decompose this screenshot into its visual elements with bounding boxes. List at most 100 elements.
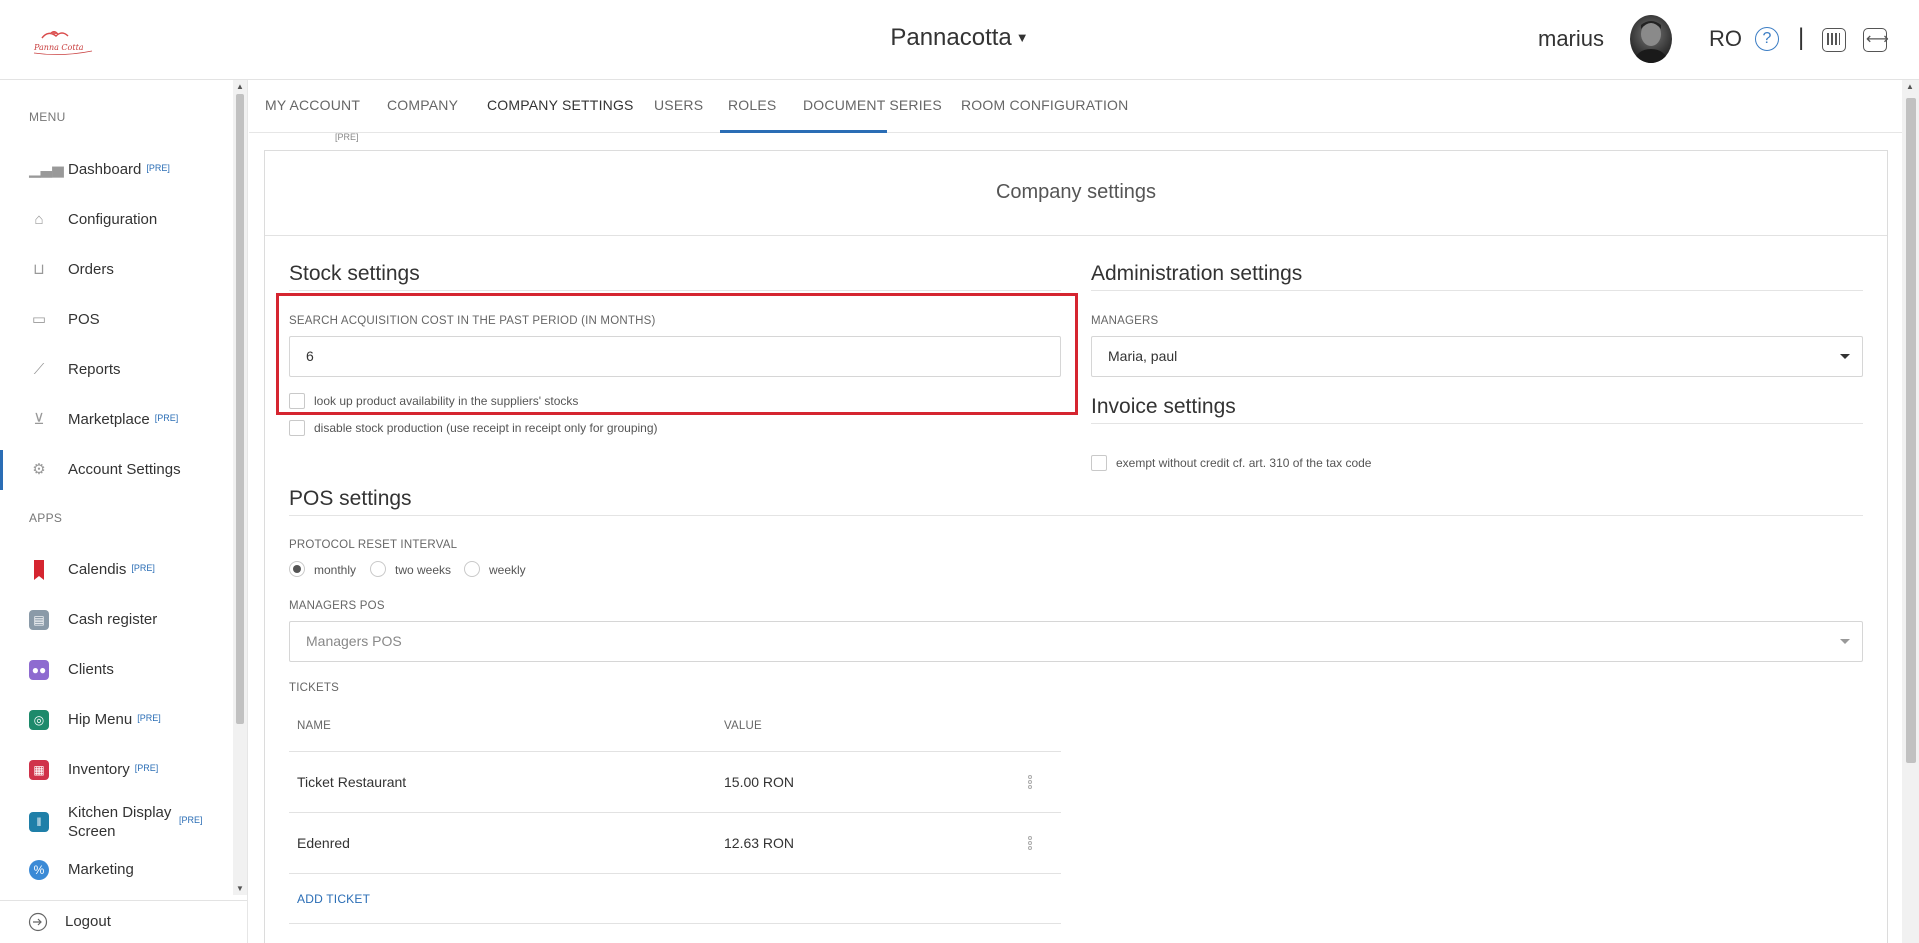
active-tab-indicator xyxy=(720,130,887,133)
sidebar: MENU ▁▃▅ Dashboard [PRE] ⌂ Configuration … xyxy=(0,80,248,943)
tab-company-settings[interactable]: COMPANY SETTINGS xyxy=(487,97,634,113)
scroll-up-icon[interactable]: ▲ xyxy=(1906,82,1914,91)
administration-settings-heading: Administration settings xyxy=(1091,262,1303,285)
sidebar-item-pos[interactable]: ▭ POS xyxy=(0,300,232,340)
tab-my-account[interactable]: MY ACCOUNT xyxy=(265,97,360,113)
tab-users[interactable]: USERS xyxy=(654,97,703,113)
pre-badge: [PRE] xyxy=(137,713,161,723)
managers-pos-label: MANAGERS POS xyxy=(289,600,385,612)
radio-weekly[interactable] xyxy=(464,561,480,577)
kebab-menu-icon[interactable] xyxy=(1028,836,1032,850)
sidebar-item-label: Account Settings xyxy=(68,461,181,478)
disable-stock-production-label: disable stock production (use receipt in… xyxy=(314,421,658,435)
radio-monthly[interactable] xyxy=(289,561,305,577)
sidebar-item-cash-register[interactable]: ▤ Cash register xyxy=(0,600,232,640)
ticket-value: 12.63 RON xyxy=(724,835,795,851)
divider xyxy=(289,873,1061,874)
sidebar-item-orders[interactable]: ⊔ Orders xyxy=(0,250,232,290)
company-name[interactable]: Pannacotta xyxy=(890,24,1011,51)
radio-two-weeks[interactable] xyxy=(370,561,386,577)
main-scrollbar-thumb[interactable] xyxy=(1906,98,1916,763)
question-circle-icon[interactable]: ? xyxy=(1755,27,1779,51)
top-header: Panna Cotta Pannacotta ▼ marius RO ? | xyxy=(0,0,1919,80)
tab-company[interactable]: COMPANY xyxy=(387,97,458,113)
pos-settings-heading: POS settings xyxy=(289,487,412,510)
users-icon: ●● xyxy=(29,660,49,680)
divider xyxy=(289,923,1061,924)
sidebar-item-label: Kitchen Display Screen xyxy=(68,804,172,840)
tab-roles[interactable]: ROLES xyxy=(728,97,776,113)
scroll-down-icon[interactable]: ▼ xyxy=(236,884,244,893)
managers-pos-select[interactable]: Managers POS xyxy=(289,621,1863,662)
bar-chart-icon: ▁▃▅ xyxy=(29,161,64,178)
logout-button[interactable]: Logout xyxy=(0,900,247,943)
managers-select[interactable]: Maria, paul xyxy=(1091,336,1863,377)
language-selector[interactable]: RO xyxy=(1709,26,1742,52)
bookmark-icon xyxy=(34,560,44,580)
monitor-icon: ▭ xyxy=(31,311,47,328)
avatar[interactable] xyxy=(1630,15,1672,63)
cart-icon: ⊻ xyxy=(33,411,45,428)
cutlery-icon: ǁ xyxy=(29,812,49,832)
sidebar-item-inventory[interactable]: ▦ Inventory [PRE] xyxy=(0,750,232,790)
pre-badge: [PRE] xyxy=(134,763,159,773)
sidebar-item-dashboard[interactable]: ▁▃▅ Dashboard [PRE] xyxy=(0,150,232,190)
sidebar-item-marketplace[interactable]: ⊻ Marketplace [PRE] xyxy=(0,400,232,440)
sidebar-scrollbar-thumb[interactable] xyxy=(236,94,244,724)
ticket-name: Edenred xyxy=(297,835,350,851)
sidebar-item-label: Dashboard xyxy=(68,161,142,178)
sidebar-item-label: Clients xyxy=(68,661,114,678)
menu-section-title: MENU xyxy=(29,110,66,124)
sidebar-item-calendis[interactable]: Calendis [PRE] xyxy=(0,550,232,590)
sidebar-item-reports[interactable]: ⟋ Reports xyxy=(0,350,232,390)
managers-pos-placeholder: Managers POS xyxy=(306,633,402,649)
sidebar-item-label: Reports xyxy=(68,361,121,378)
divider xyxy=(1091,423,1863,424)
sidebar-item-label: Marketplace xyxy=(68,411,150,428)
pre-badge: [PRE] xyxy=(335,132,359,142)
fullscreen-toggle-icon[interactable] xyxy=(1863,28,1889,52)
settings-tabs: MY ACCOUNT COMPANY COMPANY SETTINGS USER… xyxy=(249,80,1902,133)
radio-weekly-label: weekly xyxy=(489,563,526,577)
managers-value: Maria, paul xyxy=(1108,348,1178,364)
caret-down-icon[interactable]: ▼ xyxy=(1016,30,1029,45)
tab-document-series[interactable]: DOCUMENT SERIES xyxy=(803,97,942,113)
header-separator: | xyxy=(1798,24,1805,51)
pre-badge: [PRE] xyxy=(146,163,170,173)
gear-icon: ⚙ xyxy=(32,461,46,478)
column-header-value: VALUE xyxy=(724,720,762,732)
divider xyxy=(289,812,1061,813)
company-settings-panel: Company settings xyxy=(264,150,1888,943)
radio-two-weeks-label: two weeks xyxy=(395,563,452,577)
tickets-label: TICKETS xyxy=(289,682,339,694)
radio-monthly-label: monthly xyxy=(314,563,357,577)
kebab-menu-icon[interactable] xyxy=(1028,775,1032,789)
compass-icon: ◎ xyxy=(29,710,49,730)
sidebar-item-label: POS xyxy=(68,311,100,328)
pre-badge: [PRE] xyxy=(131,563,155,573)
sidebar-scrollbar[interactable]: ▲ ▼ xyxy=(233,80,247,895)
caret-down-icon xyxy=(1840,354,1850,359)
disable-stock-production-checkbox[interactable] xyxy=(289,420,305,436)
sidebar-item-marketing[interactable]: % Marketing xyxy=(0,850,232,890)
ticket-value: 15.00 RON xyxy=(724,774,795,790)
main-scrollbar[interactable]: ▲ xyxy=(1902,80,1919,943)
sidebar-item-label: Inventory xyxy=(68,761,130,778)
logout-label: Logout xyxy=(65,913,111,930)
sidebar-item-clients[interactable]: ●● Clients xyxy=(0,650,232,690)
barcode-icon[interactable] xyxy=(1822,28,1846,52)
sidebar-item-account-settings[interactable]: ⚙ Account Settings xyxy=(0,450,232,490)
tab-room-configuration[interactable]: ROOM CONFIGURATION xyxy=(961,97,1128,113)
tax-exempt-checkbox[interactable] xyxy=(1091,455,1107,471)
add-ticket-button[interactable]: ADD TICKET xyxy=(297,892,370,906)
divider xyxy=(289,751,1061,752)
scroll-up-icon[interactable]: ▲ xyxy=(236,82,244,91)
user-name[interactable]: marius xyxy=(1538,26,1604,52)
sidebar-item-kitchen-display-screen[interactable]: ǁ Kitchen Display Screen [PRE] xyxy=(0,800,232,844)
sidebar-item-configuration[interactable]: ⌂ Configuration xyxy=(0,200,232,240)
percent-icon: % xyxy=(29,860,49,880)
divider xyxy=(1091,290,1863,291)
inventory-icon: ▦ xyxy=(29,760,49,780)
divider xyxy=(265,235,1887,236)
sidebar-item-hip-menu[interactable]: ◎ Hip Menu [PRE] xyxy=(0,700,232,740)
